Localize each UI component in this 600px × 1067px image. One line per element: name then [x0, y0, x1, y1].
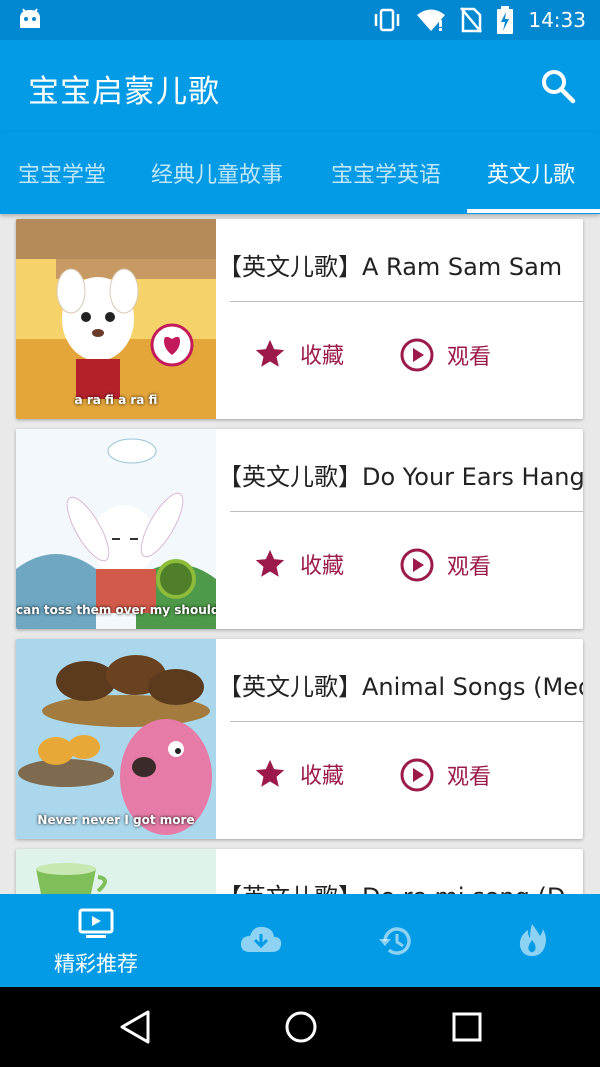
video-title: 【英文儿歌】Animal Songs (Medley)	[228, 673, 583, 701]
watch-label: 观看	[447, 765, 492, 790]
android-icon	[20, 8, 40, 28]
nav-recommended-label: 精彩推荐	[54, 952, 138, 976]
watch-button[interactable]: 观看	[399, 757, 491, 793]
nav-downloads[interactable]	[186, 894, 336, 987]
video-title: 【英文儿歌】Do Your Ears Hang Low	[228, 463, 583, 491]
star-icon	[255, 549, 285, 577]
star-icon	[255, 339, 285, 367]
video-thumbnail[interactable]: Never never I got more	[16, 639, 216, 839]
app-title: 宝宝启蒙儿歌	[28, 74, 220, 110]
nav-history[interactable]	[321, 894, 471, 987]
watch-label: 观看	[447, 555, 492, 580]
tab-classic-stories[interactable]: 经典儿童故事	[151, 132, 283, 214]
cloud-download-icon	[240, 926, 282, 952]
favorite-label: 收藏	[300, 554, 345, 579]
bottom-nav: 精彩推荐	[0, 894, 600, 987]
thumbnail-caption: a ra fi a ra fi	[74, 393, 158, 407]
star-icon	[255, 759, 285, 787]
video-thumbnail[interactable]: a ra fi a ra fi	[16, 219, 216, 419]
tab-indicator	[467, 209, 600, 213]
video-list[interactable]: a ra fi a ra fi 【英文儿歌】A Ram Sam Sam 收藏 观…	[0, 214, 600, 894]
video-title: 【英文儿歌】A Ram Sam Sam	[228, 253, 563, 281]
favorite-button[interactable]: 收藏	[252, 547, 344, 581]
video-thumbnail[interactable]	[16, 849, 216, 894]
history-icon	[379, 927, 411, 955]
status-time: 14:33	[528, 8, 586, 32]
fire-icon	[519, 924, 546, 956]
play-circle-icon	[400, 338, 434, 372]
tv-play-icon	[78, 908, 114, 938]
watch-label: 观看	[447, 345, 492, 370]
play-circle-icon	[400, 548, 434, 582]
divider	[230, 301, 583, 302]
video-card[interactable]: Never never I got more 【英文儿歌】Animal Song…	[16, 639, 583, 839]
favorite-label: 收藏	[300, 344, 345, 369]
tab-english-songs[interactable]: 英文儿歌	[487, 132, 575, 214]
wifi-icon	[417, 9, 446, 31]
video-card[interactable]: 【英文儿歌】Do re mi song (D	[16, 849, 583, 894]
category-tabs: 宝宝学堂 经典儿童故事 宝宝学英语 英文儿歌	[0, 132, 600, 214]
thumbnail-caption: can toss them over my should	[16, 603, 216, 617]
home-icon[interactable]	[283, 1009, 319, 1045]
video-card[interactable]: can toss them over my should 【英文儿歌】Do Yo…	[16, 429, 583, 629]
recents-icon[interactable]	[451, 1009, 483, 1045]
system-nav-bar	[0, 987, 600, 1067]
no-sim-icon	[460, 7, 483, 33]
favorite-label: 收藏	[300, 764, 345, 789]
favorite-button[interactable]: 收藏	[252, 757, 344, 791]
divider	[230, 511, 583, 512]
watch-button[interactable]: 观看	[399, 547, 491, 583]
tab-baby-classroom[interactable]: 宝宝学堂	[18, 132, 106, 214]
play-circle-icon	[400, 758, 434, 792]
divider	[230, 721, 583, 722]
app-bar: 宝宝启蒙儿歌	[0, 40, 600, 132]
watch-button[interactable]: 观看	[399, 337, 491, 373]
video-card[interactable]: a ra fi a ra fi 【英文儿歌】A Ram Sam Sam 收藏 观…	[16, 219, 583, 419]
favorite-button[interactable]: 收藏	[252, 337, 344, 371]
search-icon[interactable]	[540, 68, 576, 104]
nav-hot[interactable]	[456, 894, 600, 987]
back-icon[interactable]	[118, 1009, 152, 1045]
nav-recommended[interactable]: 精彩推荐	[21, 894, 171, 987]
status-bar: 14:33	[0, 0, 600, 40]
tab-baby-english[interactable]: 宝宝学英语	[331, 132, 441, 214]
video-thumbnail[interactable]: can toss them over my should	[16, 429, 216, 629]
vibrate-icon	[375, 8, 400, 32]
thumbnail-caption: Never never I got more	[37, 813, 195, 827]
video-title: 【英文儿歌】Do re mi song (D	[228, 877, 583, 894]
battery-charging-icon	[497, 6, 514, 34]
